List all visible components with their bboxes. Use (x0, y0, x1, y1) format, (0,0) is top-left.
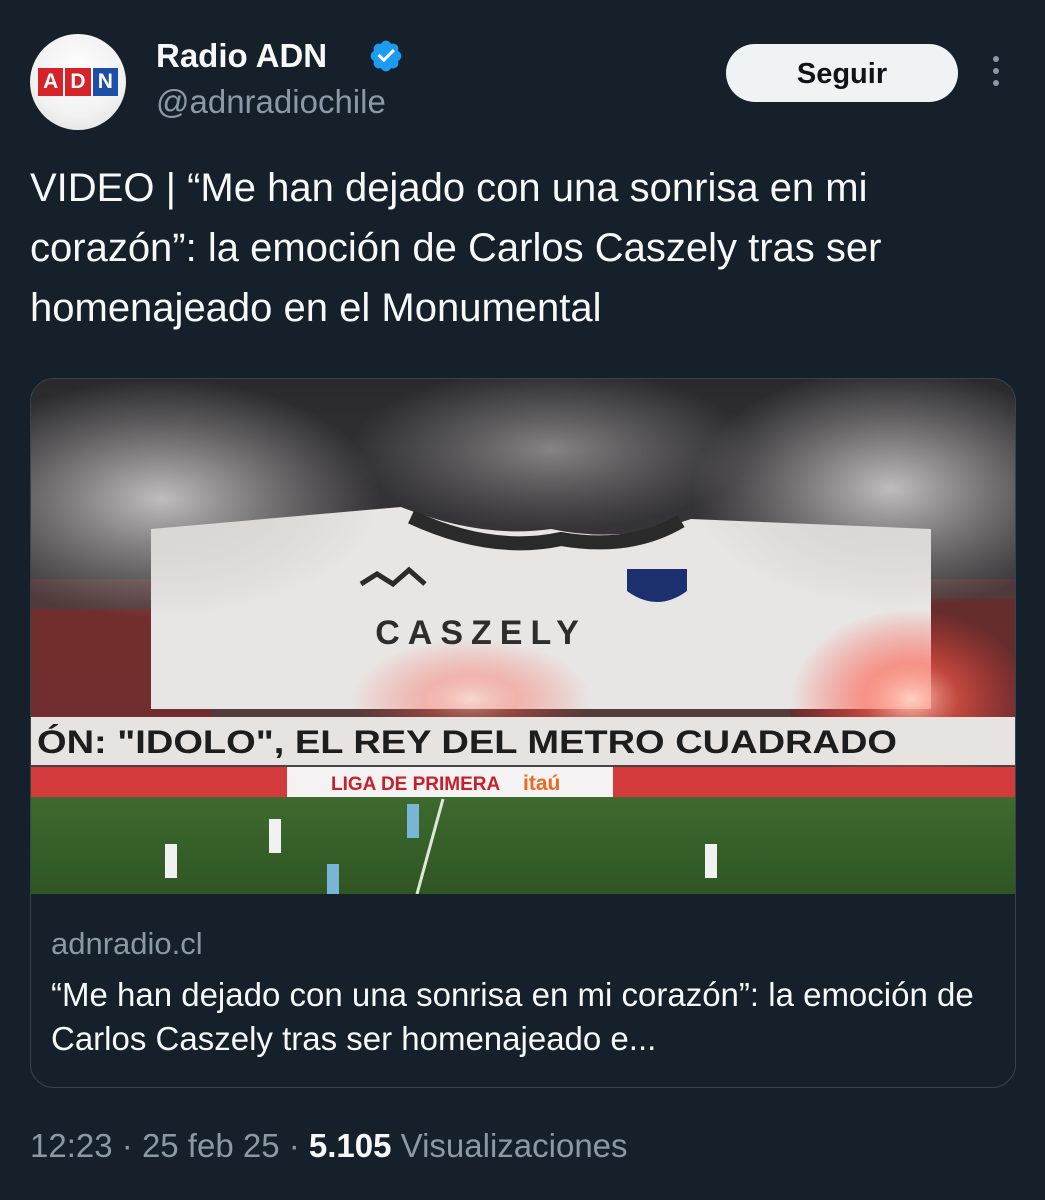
logo-letter-d: D (65, 68, 91, 96)
stadium-tifo-image[interactable]: CASZELY ÓN: "IDOLO", EL REY DEL METRO CU… (31, 379, 1015, 894)
user-handle[interactable]: @adnradiochile (156, 82, 386, 122)
ad-board-brand: itaú (523, 772, 560, 795)
views-count: 5.105 (308, 1127, 392, 1164)
views-label: Visualizaciones (400, 1127, 628, 1164)
verified-badge-icon (370, 40, 402, 72)
display-name[interactable]: Radio ADN (156, 36, 327, 76)
logo-letter-a: A (38, 68, 64, 96)
tweet-date[interactable]: 25 feb 25 (142, 1127, 280, 1164)
dot-icon (993, 56, 999, 62)
tweet-text: VIDEO | “Me han dejado con una sonrisa e… (30, 166, 882, 330)
player (407, 804, 419, 838)
adn-logo: A D N (38, 68, 118, 96)
follow-button[interactable]: Seguir (726, 44, 958, 102)
tweet-container: A D N Radio ADN @adnradiochile Seguir VI… (0, 0, 1045, 1200)
dot-icon (993, 80, 999, 86)
avatar[interactable]: A D N (30, 34, 126, 130)
player (327, 864, 339, 894)
player (269, 819, 281, 853)
link-card[interactable]: CASZELY ÓN: "IDOLO", EL REY DEL METRO CU… (30, 378, 1016, 1088)
banner-text: ÓN: "IDOLO", EL REY DEL METRO CUADRADO (37, 724, 897, 760)
logo-letter-n: N (92, 68, 118, 96)
tweet-time[interactable]: 12:23 (30, 1127, 113, 1164)
card-title[interactable]: “Me han dejado con una sonrisa en mi cor… (51, 973, 991, 1061)
player (165, 844, 177, 878)
meta-separator: · (121, 1127, 133, 1164)
tweet-meta: 12:23 · 25 feb 25 · 5.105 Visualizacione… (30, 1124, 628, 1168)
player (705, 844, 717, 878)
card-domain: adnradio.cl (51, 926, 203, 961)
dot-icon (993, 68, 999, 74)
more-vertical-icon[interactable] (986, 56, 1006, 92)
ad-board-text: LIGA DE PRIMERA (331, 774, 501, 795)
meta-separator: · (288, 1127, 300, 1164)
football-pitch (31, 797, 1015, 894)
